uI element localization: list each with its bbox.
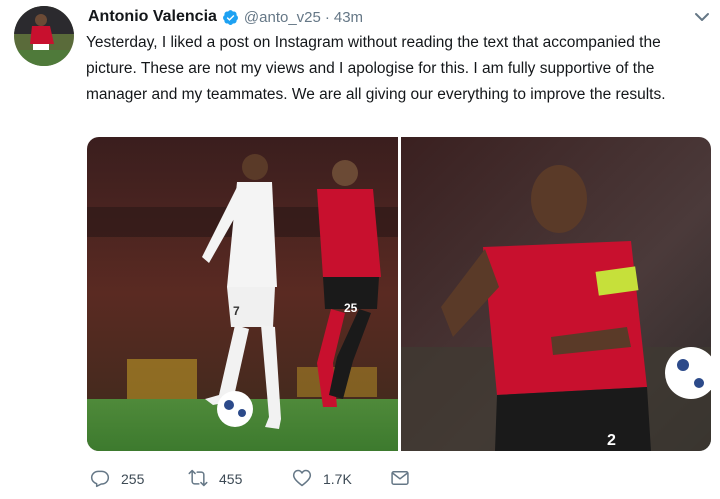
tweet-actions: 255 455 1.7K xyxy=(90,467,410,491)
chevron-down-icon[interactable] xyxy=(694,10,710,22)
tweet-text: Yesterday, I liked a post on Instagram w… xyxy=(86,34,666,103)
tweet-photo-1[interactable]: 25 7 xyxy=(87,137,398,451)
retweet-icon xyxy=(188,468,208,491)
verified-badge-icon xyxy=(222,9,239,26)
retweet-button[interactable]: 455 xyxy=(188,468,292,491)
media-grid: 25 7 2 xyxy=(87,137,711,451)
display-name[interactable]: Antonio Valencia xyxy=(88,8,217,26)
photo-1-jersey-number-left: 7 xyxy=(233,304,240,318)
timestamp[interactable]: 43m xyxy=(334,9,363,26)
like-count: 1.7K xyxy=(323,471,352,487)
reply-icon xyxy=(90,468,110,491)
like-icon xyxy=(292,468,312,491)
user-handle[interactable]: @anto_v25 xyxy=(244,9,321,26)
message-icon xyxy=(390,468,410,491)
photo-2-jersey-number: 2 xyxy=(607,432,616,449)
avatar[interactable] xyxy=(14,6,74,66)
avatar-image xyxy=(14,6,74,66)
direct-message-button[interactable] xyxy=(390,468,410,491)
tweet-photo-2[interactable]: 2 xyxy=(401,137,711,451)
photo-2-image: 2 xyxy=(401,137,711,451)
tweet-card: Antonio Valencia @anto_v25 · 43m Yesterd… xyxy=(0,0,720,499)
reply-count: 255 xyxy=(121,471,145,487)
tweet-header: Antonio Valencia @anto_v25 · 43m xyxy=(88,6,700,28)
photo-1-jersey-number-right: 25 xyxy=(344,301,358,315)
photo-1-image: 25 7 xyxy=(87,137,398,451)
like-button[interactable]: 1.7K xyxy=(292,468,390,491)
retweet-count: 455 xyxy=(219,471,243,487)
separator-dot: · xyxy=(324,8,330,26)
reply-button[interactable]: 255 xyxy=(90,468,188,491)
